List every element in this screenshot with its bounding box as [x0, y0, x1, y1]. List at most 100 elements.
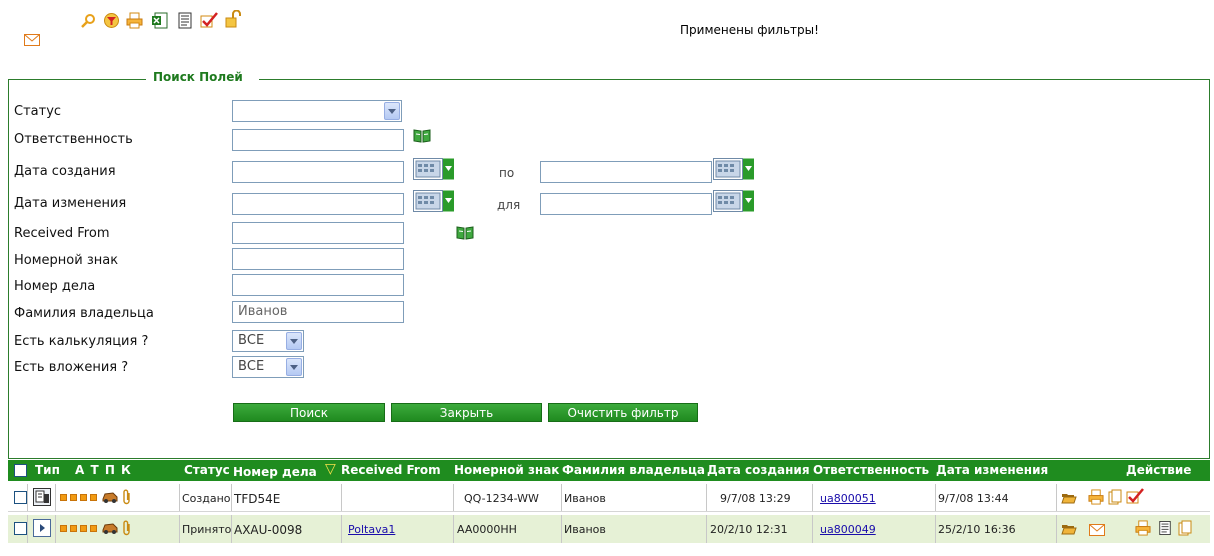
grid-header: Тип А Т П К Статус Номер дела ▽ Received…	[8, 460, 1210, 481]
cell-modified: 25/2/10 16:36	[938, 523, 1016, 536]
cell-created: 20/2/10 12:31	[710, 523, 788, 536]
cell-received-from[interactable]: Poltava1	[348, 523, 395, 536]
search-panel	[8, 79, 1210, 459]
header-plate[interactable]: Номерной знак	[454, 463, 559, 477]
status-square-icon	[70, 494, 77, 501]
received-from-input[interactable]	[232, 222, 404, 244]
created-to-input[interactable]	[540, 161, 712, 183]
case-number-label: Номер дела	[14, 279, 96, 294]
status-label: Статус	[14, 104, 62, 119]
cell-plate: QQ-1234-WW	[464, 492, 539, 505]
received-from-label: Received From	[14, 226, 110, 241]
copy-icon[interactable]	[1178, 520, 1192, 536]
check-icon[interactable]	[1126, 488, 1144, 505]
has-calc-select[interactable]: ВСЕ	[232, 330, 304, 352]
status-square-icon	[90, 525, 97, 532]
created-to-label: по	[499, 166, 515, 180]
calendar-icon[interactable]	[713, 190, 757, 212]
cell-status: Создано	[182, 492, 231, 505]
cell-case-number: TFD54E	[234, 492, 281, 506]
cell-created: 9/7/08 13:29	[720, 492, 791, 505]
report-icon[interactable]	[177, 12, 195, 30]
header-case-number[interactable]: Номер дела	[233, 465, 317, 479]
print-icon[interactable]	[126, 12, 144, 30]
status-square-icon	[70, 525, 77, 532]
calendar-icon[interactable]	[713, 158, 757, 180]
header-modified[interactable]: Дата изменения	[936, 463, 1048, 477]
check-icon[interactable]	[200, 12, 218, 30]
mail-icon[interactable]	[24, 34, 42, 52]
lookup-book-icon[interactable]	[456, 225, 474, 241]
modified-from-input[interactable]	[232, 193, 404, 215]
header-status[interactable]: Статус	[184, 463, 230, 477]
row-checkbox[interactable]	[14, 491, 27, 504]
car-icon	[102, 521, 118, 535]
header-responsible[interactable]: Ответственность	[813, 463, 929, 477]
status-square-icon	[60, 525, 67, 532]
has-attach-select[interactable]: ВСЕ	[232, 356, 304, 378]
mail-icon[interactable]	[1089, 524, 1105, 536]
folder-open-icon[interactable]	[1061, 491, 1077, 505]
modified-to-label: для	[497, 198, 521, 212]
cell-responsible[interactable]: ua800051	[820, 492, 876, 505]
status-square-icon	[90, 494, 97, 501]
unlock-icon[interactable]	[225, 10, 243, 28]
cell-responsible[interactable]: ua800049	[820, 523, 876, 536]
search-button[interactable]: Поиск	[233, 403, 385, 422]
clear-filter-button[interactable]: Очистить фильтр	[548, 403, 698, 422]
attachment-icon[interactable]	[122, 520, 132, 536]
cell-owner: Иванов	[564, 492, 606, 505]
excel-icon[interactable]	[152, 12, 170, 30]
toolbar: Применены фильтры!	[0, 0, 1214, 60]
search-panel-legend: Поиск Полей	[149, 70, 247, 84]
calendar-icon[interactable]	[413, 158, 457, 180]
has-calc-label: Есть калькуляция ?	[14, 334, 149, 349]
chevron-down-icon[interactable]	[384, 102, 400, 120]
close-button[interactable]: Закрыть	[391, 403, 542, 422]
calendar-icon[interactable]	[413, 190, 457, 212]
print-icon[interactable]	[1088, 489, 1104, 505]
has-attach-select-value: ВСЕ	[238, 359, 265, 374]
filter-icon[interactable]	[103, 12, 121, 30]
header-type: Тип	[35, 463, 60, 477]
header-action: Действие	[1126, 463, 1192, 477]
status-select[interactable]	[232, 100, 402, 122]
created-from-input[interactable]	[232, 161, 404, 183]
has-calc-select-value: ВСЕ	[238, 333, 265, 348]
car-icon	[102, 490, 118, 504]
report-icon[interactable]	[1158, 520, 1172, 536]
filters-applied-message: Применены фильтры!	[680, 23, 819, 37]
header-received-from[interactable]: Received From	[341, 463, 441, 477]
case-number-input[interactable]	[232, 274, 404, 296]
responsibility-input[interactable]	[232, 129, 404, 151]
chevron-down-icon[interactable]	[286, 332, 302, 350]
header-created[interactable]: Дата создания	[707, 463, 810, 477]
header-atpk: А Т П К	[75, 463, 132, 477]
attachment-icon[interactable]	[122, 489, 132, 505]
document-type-icon[interactable]	[33, 488, 51, 506]
header-owner[interactable]: Фамилия владельца	[562, 463, 705, 477]
folder-open-icon[interactable]	[1061, 522, 1077, 536]
print-icon[interactable]	[1135, 520, 1151, 536]
status-square-icon	[80, 494, 87, 501]
cell-modified: 9/7/08 13:44	[938, 492, 1009, 505]
select-all-checkbox[interactable]	[14, 464, 27, 477]
cell-status: Принято	[182, 523, 232, 536]
plate-input[interactable]	[232, 248, 404, 270]
cell-case-number: AXAU-0098	[234, 523, 303, 537]
row-checkbox[interactable]	[14, 522, 27, 535]
search-icon[interactable]	[80, 13, 98, 31]
owner-name-label: Фамилия владельца	[14, 306, 154, 321]
table-row[interactable]: Создано TFD54E QQ-1234-WW Иванов 9/7/08 …	[8, 484, 1210, 512]
modified-to-input[interactable]	[540, 193, 712, 215]
chevron-down-icon[interactable]	[286, 358, 302, 376]
status-square-icon	[60, 494, 67, 501]
plate-label: Номерной знак	[14, 253, 119, 268]
lookup-book-icon[interactable]	[413, 128, 431, 144]
table-row[interactable]: Принято AXAU-0098 Poltava1 AA0000HH Иван…	[8, 515, 1210, 543]
sort-desc-icon[interactable]: ▽	[325, 461, 336, 477]
owner-name-input[interactable]: Иванов	[232, 301, 404, 323]
cell-plate: AA0000HH	[457, 523, 517, 536]
play-type-icon[interactable]	[33, 519, 51, 537]
copy-icon[interactable]	[1108, 489, 1122, 505]
